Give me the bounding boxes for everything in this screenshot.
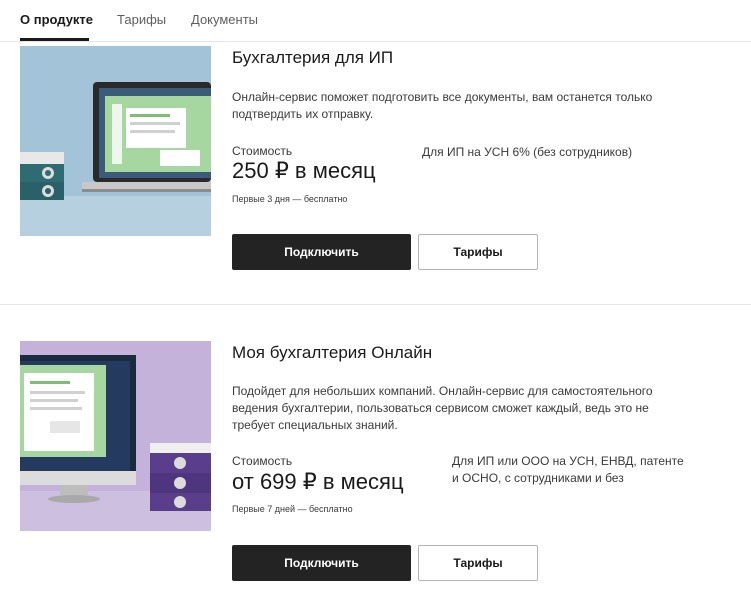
tab-about-product[interactable]: О продукте: [20, 12, 93, 27]
cost-label: Стоимость: [232, 144, 293, 158]
product-title: Бухгалтерия для ИП: [232, 48, 394, 67]
cost-label: Стоимость: [232, 454, 293, 468]
tab-tariffs[interactable]: Тарифы: [117, 12, 166, 27]
target-audience: Для ИП на УСН 6% (без сотрудников): [422, 145, 633, 159]
active-tab-indicator: [20, 38, 89, 41]
connect-button[interactable]: Подключить: [232, 545, 411, 581]
connect-button[interactable]: Подключить: [232, 234, 411, 270]
target-audience: Для ИП или ООО на УСН, ЕНВД, патенте и О…: [452, 454, 684, 485]
trial-info: Первые 3 дня — бесплатно: [232, 194, 348, 204]
tab-bar: О продукте Тарифы Документы: [0, 0, 751, 42]
product-price: от 699 ₽ в месяц: [232, 469, 404, 494]
tariffs-button[interactable]: Тарифы: [418, 545, 538, 581]
product-description: Подойдет для небольших компаний. Онлайн-…: [232, 384, 653, 432]
product-title: Моя бухгалтерия Онлайн: [232, 343, 433, 362]
product-price: 250 ₽ в месяц: [232, 158, 376, 183]
tab-documents[interactable]: Документы: [191, 12, 258, 27]
section-divider: [0, 304, 751, 305]
product-description: Онлайн-сервис поможет подготовить все до…: [232, 90, 653, 121]
product-image-laptop: [20, 46, 211, 236]
trial-info: Первые 7 дней — бесплатно: [232, 504, 353, 514]
product-image-desktop: [20, 341, 211, 531]
tariffs-button[interactable]: Тарифы: [418, 234, 538, 270]
